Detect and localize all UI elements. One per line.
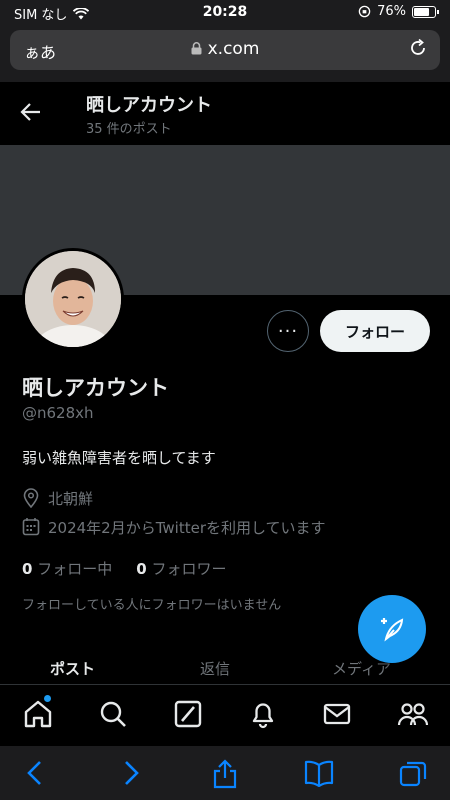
avatar-photo xyxy=(25,251,121,347)
grok-icon[interactable] xyxy=(173,699,203,729)
location-pin-icon xyxy=(23,488,39,508)
browser-bottom-toolbar xyxy=(0,746,450,800)
battery-icon xyxy=(412,5,439,18)
tab-replies[interactable]: 返信 xyxy=(200,658,230,679)
more-options-button[interactable]: ··· xyxy=(267,310,309,352)
share-icon[interactable] xyxy=(212,759,238,789)
calendar-icon xyxy=(22,518,40,536)
profile-name: 晒しアカウント xyxy=(22,376,169,400)
reload-icon[interactable] xyxy=(408,38,428,58)
search-icon[interactable] xyxy=(98,699,128,729)
url-display[interactable]: x.com xyxy=(0,39,450,59)
follow-stats: 0 フォロー中 0 フォロワー xyxy=(22,558,226,579)
following-link[interactable]: 0 フォロー中 xyxy=(22,558,112,579)
profile-bio: 弱い雑魚障害者を晒してます xyxy=(22,449,216,467)
followers-count: 0 xyxy=(136,560,147,578)
bell-icon[interactable] xyxy=(248,699,278,729)
following-label: フォロー中 xyxy=(37,560,113,578)
bookmarks-icon[interactable] xyxy=(304,759,334,787)
url-text: x.com xyxy=(207,39,260,59)
tab-posts[interactable]: ポスト xyxy=(50,658,95,679)
orientation-lock-icon xyxy=(358,5,371,18)
mail-icon[interactable] xyxy=(322,699,352,729)
profile-joined: 2024年2月からTwitterを利用しています xyxy=(48,519,326,537)
avatar[interactable] xyxy=(22,248,124,350)
forward-icon[interactable] xyxy=(120,759,142,787)
home-icon[interactable] xyxy=(23,699,53,729)
mutual-followers-note: フォローしている人にフォロワーはいません xyxy=(22,598,282,613)
tabs-icon[interactable] xyxy=(398,759,428,787)
communities-icon[interactable] xyxy=(397,699,429,729)
status-right: 76% xyxy=(358,4,439,19)
profile-location: 北朝鮮 xyxy=(48,490,94,508)
followers-label: フォロワー xyxy=(151,560,227,578)
bottom-nav xyxy=(0,684,450,746)
post-count: 35 件のポスト xyxy=(86,122,172,137)
followers-link[interactable]: 0 フォロワー xyxy=(136,558,226,579)
back-icon[interactable] xyxy=(24,759,46,787)
profile-handle: @n628xh xyxy=(22,404,94,422)
follow-button[interactable]: フォロー xyxy=(320,310,430,352)
lock-icon xyxy=(191,42,202,55)
header-title: 晒しアカウント xyxy=(86,95,212,116)
following-count: 0 xyxy=(22,560,33,578)
back-arrow-icon[interactable] xyxy=(20,102,42,122)
battery-percent: 76% xyxy=(377,4,406,19)
home-notification-dot xyxy=(44,695,51,702)
compose-feather-icon xyxy=(381,618,404,642)
compose-button[interactable] xyxy=(358,595,426,663)
